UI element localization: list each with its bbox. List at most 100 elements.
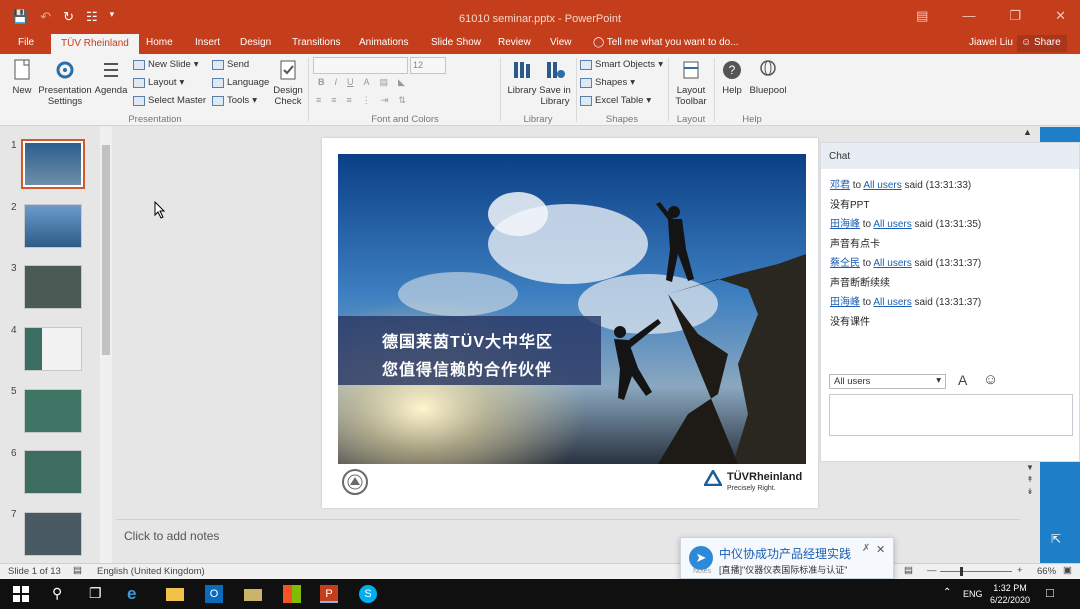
library-button[interactable]: Library bbox=[505, 58, 539, 96]
tab-file[interactable]: File bbox=[18, 37, 34, 48]
file-explorer-icon[interactable] bbox=[166, 588, 184, 601]
task-view-icon[interactable]: ❐ bbox=[89, 585, 102, 602]
font-size-box[interactable]: 12 bbox=[410, 57, 446, 74]
tab-tuv-rheinland[interactable]: TÜV Rheinland bbox=[51, 34, 139, 54]
windows-start-icon[interactable] bbox=[12, 585, 30, 603]
tab-view[interactable]: View bbox=[550, 37, 572, 48]
share-button[interactable]: ☺ Share bbox=[1017, 35, 1067, 52]
thumbnail-slide-1[interactable] bbox=[21, 139, 85, 189]
slideshow-view-icon[interactable]: ▤ bbox=[904, 565, 913, 576]
help-button[interactable]: ? Help bbox=[718, 58, 746, 96]
ribbon-display-icon[interactable]: ▤ bbox=[916, 8, 928, 24]
thumbnail-slide-3[interactable] bbox=[24, 265, 82, 309]
italic-button[interactable]: I bbox=[335, 77, 338, 88]
smart-objects-button[interactable]: Smart Objects ▾ bbox=[580, 59, 663, 70]
align-left-icon[interactable]: ≡ bbox=[316, 95, 321, 106]
zoom-slider-thumb[interactable] bbox=[960, 567, 963, 576]
zoom-out-icon[interactable]: — bbox=[927, 565, 937, 576]
tab-slide-show[interactable]: Slide Show bbox=[431, 37, 481, 48]
chat-message-input[interactable] bbox=[829, 394, 1073, 436]
align-center-icon[interactable]: ≡ bbox=[331, 95, 336, 106]
minimize-icon[interactable]: — bbox=[962, 8, 975, 24]
agenda-button[interactable]: Agenda bbox=[94, 58, 128, 96]
excel-table-button[interactable]: Excel Table ▾ bbox=[580, 95, 651, 106]
notifications-icon[interactable]: □ bbox=[1046, 585, 1054, 600]
zoom-in-icon[interactable]: + bbox=[1017, 565, 1023, 576]
language-button[interactable]: Language bbox=[212, 77, 269, 88]
chat-target-link[interactable]: All users bbox=[873, 258, 911, 269]
user-name[interactable]: Jiawei Liu bbox=[969, 37, 1013, 48]
tools-button[interactable]: Tools ▾ bbox=[212, 95, 257, 106]
spacing-icon[interactable]: ⇅ bbox=[398, 95, 406, 106]
thumbnail-slide-4[interactable] bbox=[24, 327, 82, 371]
thumbnail-slide-6[interactable] bbox=[24, 450, 82, 494]
font-name-box[interactable] bbox=[313, 57, 408, 74]
tab-transitions[interactable]: Transitions bbox=[292, 37, 341, 48]
bullets-icon[interactable]: ⋮ bbox=[362, 95, 371, 106]
thumbnail-slide-5[interactable] bbox=[24, 389, 82, 433]
current-slide[interactable]: 德国莱茵TÜV大中华区 您值得信赖的合作伙伴 TÜVRheinland Prec… bbox=[322, 138, 818, 508]
fill-color-icon[interactable]: ◣ bbox=[398, 77, 405, 88]
tab-animations[interactable]: Animations bbox=[359, 37, 408, 48]
system-clock[interactable]: 1:32 PM 6/22/2020 bbox=[990, 582, 1030, 606]
thumbnail-slide-2[interactable] bbox=[24, 204, 82, 248]
skype-icon[interactable]: S bbox=[359, 585, 377, 603]
pin-icon[interactable]: ✗ bbox=[862, 543, 870, 554]
chat-sender-link[interactable]: 邓君 bbox=[830, 180, 850, 191]
tab-design[interactable]: Design bbox=[240, 37, 271, 48]
design-check-button[interactable]: Design Check bbox=[272, 58, 304, 107]
chat-target-link[interactable]: All users bbox=[873, 297, 911, 308]
thumbnails-scrollbar[interactable] bbox=[100, 127, 112, 563]
canvas-scroll-controls[interactable]: ▼ ↟ ↡ bbox=[1023, 462, 1037, 508]
zoom-slider[interactable] bbox=[940, 567, 1012, 576]
close-icon[interactable]: ✕ bbox=[876, 543, 885, 556]
chat-sender-link[interactable]: 蔡仝民 bbox=[830, 258, 860, 269]
tab-insert[interactable]: Insert bbox=[195, 37, 220, 48]
search-icon[interactable]: ⚲ bbox=[52, 585, 62, 602]
folder-icon[interactable] bbox=[244, 589, 262, 601]
language-status[interactable]: English (United Kingdom) bbox=[97, 566, 205, 577]
bluepool-button[interactable]: Bluepool bbox=[748, 58, 788, 96]
tell-me-box[interactable]: ◯ Tell me what you want to do... bbox=[593, 37, 739, 48]
input-language[interactable]: ENG bbox=[963, 589, 983, 599]
scrollbar-thumb[interactable] bbox=[102, 145, 110, 355]
new-button[interactable]: New bbox=[10, 58, 34, 96]
tab-home[interactable]: Home bbox=[146, 37, 173, 48]
canvas-scroll-up[interactable]: ▲ bbox=[1023, 127, 1037, 142]
store-icon[interactable] bbox=[283, 585, 301, 603]
chat-recipient-select[interactable]: All users ▾ bbox=[829, 374, 946, 389]
presentation-settings-button[interactable]: Presentation Settings bbox=[37, 58, 93, 107]
tab-review[interactable]: Review bbox=[498, 37, 531, 48]
layout-toolbar-button[interactable]: Layout Toolbar bbox=[672, 58, 710, 107]
chat-target-link[interactable]: All users bbox=[863, 180, 901, 191]
indent-icon[interactable]: ⇥ bbox=[381, 95, 389, 106]
spellcheck-icon[interactable]: ▤ bbox=[73, 565, 82, 576]
notification-toast[interactable]: ➤ 中仪协成功产品经理实践 [直播]"仪器仪表国际标准与认证" Notes ✗ … bbox=[680, 537, 894, 579]
save-in-library-button[interactable]: Save in Library bbox=[537, 58, 573, 107]
bold-button[interactable]: B bbox=[318, 77, 325, 88]
chat-sender-link[interactable]: 田海峰 bbox=[830, 219, 860, 230]
underline-button[interactable]: U bbox=[347, 77, 354, 88]
zoom-level[interactable]: 66% bbox=[1037, 566, 1056, 577]
layout-button[interactable]: Layout ▾ bbox=[133, 77, 184, 88]
chat-target-link[interactable]: All users bbox=[873, 219, 911, 230]
fit-slide-icon[interactable]: ▣ bbox=[1063, 565, 1072, 576]
thumbnail-slide-7[interactable] bbox=[24, 512, 82, 556]
font-style-icon[interactable]: A bbox=[958, 372, 967, 388]
emoji-icon[interactable]: ☺ bbox=[983, 371, 998, 388]
slide-title-banner[interactable]: 德国莱茵TÜV大中华区 您值得信赖的合作伙伴 bbox=[338, 316, 601, 385]
shapes-button[interactable]: Shapes ▾ bbox=[580, 77, 635, 88]
new-slide-button[interactable]: New Slide ▾ bbox=[133, 59, 199, 70]
font-color-icon[interactable]: A bbox=[364, 77, 370, 88]
send-button[interactable]: Send bbox=[212, 59, 249, 70]
close-icon[interactable]: ✕ bbox=[1055, 8, 1066, 24]
highlight-icon[interactable]: ▤ bbox=[380, 77, 389, 88]
chat-sender-link[interactable]: 田海峰 bbox=[830, 297, 860, 308]
restore-icon[interactable]: ❐ bbox=[1009, 8, 1021, 24]
powerpoint-icon[interactable]: P bbox=[320, 585, 338, 603]
expand-icon[interactable]: ⇱ bbox=[1051, 532, 1061, 546]
outlook-icon[interactable]: O bbox=[205, 585, 223, 603]
tray-chevron-up-icon[interactable]: ⌃ bbox=[943, 587, 951, 598]
select-master-button[interactable]: Select Master bbox=[133, 95, 206, 106]
align-right-icon[interactable]: ≡ bbox=[347, 95, 352, 106]
